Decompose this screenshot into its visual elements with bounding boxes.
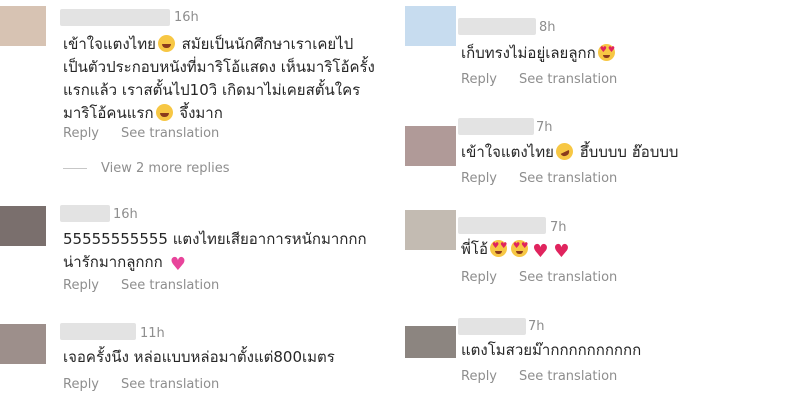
comment-actions: Reply See translation bbox=[461, 71, 617, 88]
comment-item: 7h แตงโมสวยม๊ากกกกกกกกกก Reply See transl… bbox=[400, 310, 800, 404]
avatar[interactable] bbox=[0, 206, 46, 246]
avatar[interactable] bbox=[405, 210, 456, 250]
comment-text-line: เจอครั้งนึง หล่อแบบหล่อมาตั้งแต่800เมตร bbox=[63, 348, 335, 366]
reply-button[interactable]: Reply bbox=[461, 170, 497, 187]
comment-timestamp: 11h bbox=[140, 326, 165, 341]
comment-text-line: จึ้งมาก bbox=[174, 104, 223, 122]
laughing-emoji-icon bbox=[157, 35, 175, 52]
avatar[interactable] bbox=[0, 324, 46, 364]
comment-text-line: น่ารักมากลูกกก bbox=[63, 253, 163, 271]
comment-timestamp: 7h bbox=[528, 319, 545, 334]
view-more-replies-label: View 2 more replies bbox=[101, 161, 230, 176]
username-blurred[interactable] bbox=[458, 118, 534, 135]
username-blurred[interactable] bbox=[60, 323, 136, 340]
comment-item: 8h เก็บทรงไม่อยู่เลยลูกก Reply See transl… bbox=[400, 0, 800, 100]
comment-actions: Reply See translation bbox=[63, 125, 219, 142]
username-blurred[interactable] bbox=[458, 18, 536, 35]
see-translation-button[interactable]: See translation bbox=[519, 269, 617, 286]
red-heart-icon: ♥ bbox=[532, 241, 549, 262]
comment-text-line: เก็บทรงไม่อยู่เลยลูกก bbox=[461, 44, 596, 62]
avatar[interactable] bbox=[405, 126, 456, 166]
comment-text: เก็บทรงไม่อยู่เลยลูกก bbox=[461, 42, 617, 65]
comment-text: เข้าใจแตงไทย สมัยเป็นนักศึกษาเราเคยไป เป… bbox=[63, 33, 375, 125]
comment-item: 7h เข้าใจแตงไทย ฮึ้บบบบ ฮ๊อบบบ Reply See … bbox=[400, 112, 800, 202]
comment-text: แตงโมสวยม๊ากกกกกกกกกก bbox=[461, 339, 641, 362]
see-translation-button[interactable]: See translation bbox=[519, 368, 617, 385]
comment-text-line: พี่โอ้ bbox=[461, 240, 488, 258]
see-translation-button[interactable]: See translation bbox=[121, 125, 219, 142]
comment-text-line: แตงโมสวยม๊ากกกกกกกกกก bbox=[461, 341, 642, 359]
heart-eyes-emoji-icon bbox=[510, 240, 529, 257]
see-translation-button[interactable]: See translation bbox=[519, 71, 617, 88]
pink-heart-icon: ♥ bbox=[169, 254, 186, 275]
comment-text: พี่โอ้ ♥♥ bbox=[461, 238, 572, 261]
reply-button[interactable]: Reply bbox=[63, 125, 99, 142]
reply-button[interactable]: Reply bbox=[63, 277, 99, 294]
comment-text-line: เข้าใจแตงไทย bbox=[63, 35, 156, 53]
comment-timestamp: 16h bbox=[174, 10, 199, 25]
reply-button[interactable]: Reply bbox=[461, 71, 497, 88]
username-blurred[interactable] bbox=[60, 205, 110, 222]
username-blurred[interactable] bbox=[458, 318, 526, 335]
comment-text: 55555555555 แตงไทยเสียอาการหนักมากกก น่า… bbox=[63, 228, 367, 274]
see-translation-button[interactable]: See translation bbox=[519, 170, 617, 187]
red-heart-icon: ♥ bbox=[553, 241, 570, 262]
reply-button[interactable]: Reply bbox=[461, 269, 497, 286]
comment-item: 16h 55555555555 แตงไทยเสียอาการหนักมากกก… bbox=[0, 200, 397, 310]
reply-button[interactable]: Reply bbox=[461, 368, 497, 385]
reply-button[interactable]: Reply bbox=[63, 376, 99, 393]
avatar[interactable] bbox=[405, 326, 456, 358]
left-comment-column: 16h เข้าใจแตงไทย สมัยเป็นนักศึกษาเราเคยไ… bbox=[0, 0, 397, 404]
comment-text-line: แรกแล้ว เราสตั้นไป10วิ เกิดมาไม่เคยสตั้น… bbox=[63, 81, 361, 99]
comment-timestamp: 16h bbox=[113, 207, 138, 222]
view-more-replies-button[interactable]: View 2 more replies bbox=[63, 160, 230, 177]
comment-timestamp: 7h bbox=[536, 120, 553, 135]
comment-text-line: มาริโอ้คนแรก bbox=[63, 104, 154, 122]
comment-text-line: เป็นตัวประกอบหนังที่มาริโอ้แสดง เห็นมาริ… bbox=[63, 58, 375, 76]
rofl-emoji-icon bbox=[553, 140, 576, 163]
avatar[interactable] bbox=[405, 6, 456, 46]
laughing-emoji-icon bbox=[155, 104, 173, 121]
comment-text: เจอครั้งนึง หล่อแบบหล่อมาตั้งแต่800เมตร bbox=[63, 346, 335, 369]
comment-text: เข้าใจแตงไทย ฮึ้บบบบ ฮ๊อบบบ bbox=[461, 140, 679, 164]
right-comment-column: 8h เก็บทรงไม่อยู่เลยลูกก Reply See transl… bbox=[400, 0, 800, 404]
comment-text-line: เข้าใจแตงไทย bbox=[461, 143, 554, 161]
comment-timestamp: 8h bbox=[539, 20, 556, 35]
heart-eyes-emoji-icon bbox=[489, 240, 508, 257]
comment-actions: Reply See translation bbox=[461, 170, 617, 187]
comment-text-line: ฮึ้บบบบ ฮ๊อบบบ bbox=[574, 143, 679, 161]
username-blurred[interactable] bbox=[60, 9, 170, 26]
comment-actions: Reply See translation bbox=[63, 376, 219, 393]
see-translation-button[interactable]: See translation bbox=[121, 277, 219, 294]
comment-item: 16h เข้าใจแตงไทย สมัยเป็นนักศึกษาเราเคยไ… bbox=[0, 0, 397, 200]
comment-actions: Reply See translation bbox=[461, 368, 617, 385]
replies-line-icon bbox=[63, 168, 87, 169]
heart-eyes-emoji-icon bbox=[597, 44, 616, 61]
see-translation-button[interactable]: See translation bbox=[121, 376, 219, 393]
comment-text-line: 55555555555 แตงไทยเสียอาการหนักมากกก bbox=[63, 230, 367, 248]
comment-actions: Reply See translation bbox=[63, 277, 219, 294]
username-blurred[interactable] bbox=[458, 217, 546, 234]
comment-item: 7h พี่โอ้ ♥♥ Reply See translation bbox=[400, 210, 800, 300]
comment-text-line: สมัยเป็นนักศึกษาเราเคยไป bbox=[176, 35, 354, 53]
comment-item: 11h เจอครั้งนึง หล่อแบบหล่อมาตั้งแต่800เ… bbox=[0, 318, 397, 404]
avatar[interactable] bbox=[0, 6, 46, 46]
comment-actions: Reply See translation bbox=[461, 269, 617, 286]
comment-timestamp: 7h bbox=[550, 220, 567, 235]
